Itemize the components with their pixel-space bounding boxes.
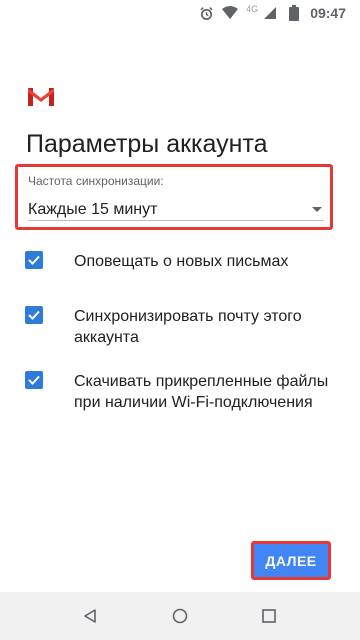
back-icon[interactable] xyxy=(75,601,105,631)
sync-frequency-value: Каждые 15 минут xyxy=(28,201,158,218)
home-icon[interactable] xyxy=(165,601,195,631)
dropdown-underline xyxy=(28,220,324,221)
alarm-icon xyxy=(198,5,214,21)
navigation-bar xyxy=(0,592,360,640)
gmail-logo-icon xyxy=(28,86,54,106)
option-sync-mail[interactable]: Синхронизировать почту этого аккаунта xyxy=(25,306,345,348)
sync-frequency-dropdown[interactable]: Частота синхронизации: Каждые 15 минут xyxy=(15,164,333,230)
recents-icon[interactable] xyxy=(254,601,284,631)
next-button-label: ДАЛЕЕ xyxy=(265,552,317,569)
dropdown-arrow-icon xyxy=(312,207,322,212)
signal-icon xyxy=(262,5,278,21)
option-label: Скачивать прикрепленные файлы при наличи… xyxy=(74,373,329,411)
wifi-icon xyxy=(222,5,239,21)
option-label: Оповещать о новых письмах xyxy=(74,253,289,270)
status-bar: 4G 09:47 xyxy=(0,0,360,26)
clock-time: 09:47 xyxy=(310,5,346,21)
page-title: Параметры аккаунта xyxy=(26,130,268,158)
checkbox-checked-icon[interactable] xyxy=(25,306,43,324)
battery-icon xyxy=(286,5,302,21)
option-label: Синхронизировать почту этого аккаунта xyxy=(74,308,302,346)
checkbox-checked-icon[interactable] xyxy=(25,251,43,269)
next-button[interactable]: ДАЛЕЕ xyxy=(251,541,331,580)
option-notify-new-mail[interactable]: Оповещать о новых письмах xyxy=(25,251,345,272)
option-download-attachments[interactable]: Скачивать прикрепленные файлы при наличи… xyxy=(25,371,345,413)
sync-frequency-label: Частота синхронизации: xyxy=(28,174,164,188)
network-type: 4G xyxy=(246,4,259,14)
checkbox-checked-icon[interactable] xyxy=(25,371,43,389)
